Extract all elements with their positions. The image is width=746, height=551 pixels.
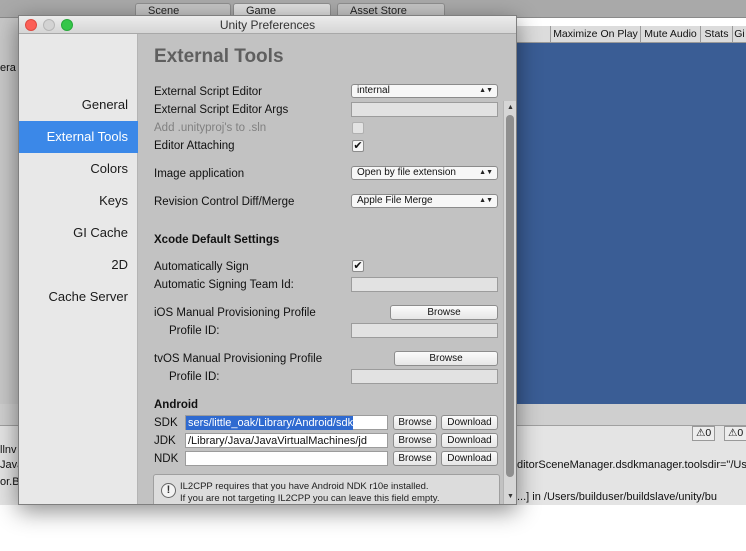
revision-control-dropdown[interactable]: Apple File Merge ▲▼ xyxy=(351,194,498,208)
check-icon: ✔ xyxy=(353,140,363,152)
tvos-profile-id-field[interactable] xyxy=(351,369,498,384)
ndk-browse-button[interactable]: Browse xyxy=(393,451,437,466)
add-unityproj-label: Add .unityproj's to .sln xyxy=(154,122,267,134)
ios-profile-id-label: Profile ID: xyxy=(169,325,220,337)
sdk-path-field[interactable]: sers/little_oak/Library/Android/sdk xyxy=(185,415,388,430)
maximize-on-play-button[interactable]: Maximize On Play xyxy=(550,26,640,43)
editor-attaching-label: Editor Attaching xyxy=(154,140,235,152)
tvos-profile-browse-button[interactable]: Browse xyxy=(394,351,498,366)
screen: Scene Game Asset Store Maximize On Play … xyxy=(0,0,746,551)
sidebar-item-keys[interactable]: Keys xyxy=(19,185,138,217)
external-script-editor-args-label: External Script Editor Args xyxy=(154,104,289,116)
ios-profile-browse-button[interactable]: Browse xyxy=(390,305,498,320)
title-bar[interactable]: Unity Preferences xyxy=(19,16,516,34)
chevron-updown-icon: ▲▼ xyxy=(479,169,493,176)
ndk-help-box: ! IL2CPP requires that you have Android … xyxy=(153,474,500,504)
sdk-browse-button[interactable]: Browse xyxy=(393,415,437,430)
stats-button[interactable]: Stats xyxy=(700,26,732,43)
jdk-label: JDK xyxy=(154,435,176,447)
scroll-down-icon[interactable]: ▼ xyxy=(505,491,516,502)
scrollbar-thumb[interactable] xyxy=(506,115,514,477)
sdk-path-value: sers/little_oak/Library/Android/sdk xyxy=(186,416,354,430)
preferences-sidebar: General External Tools Colors Keys GI Ca… xyxy=(19,34,138,504)
info-icon: ! xyxy=(161,483,176,498)
xcode-section-header: Xcode Default Settings xyxy=(154,234,280,246)
external-script-editor-args-field[interactable] xyxy=(351,102,498,117)
add-unityproj-checkbox[interactable] xyxy=(352,122,364,134)
jdk-path-value: /Library/Java/JavaVirtualMachines/jd xyxy=(188,435,367,447)
console-line[interactable]: llnv xyxy=(0,444,17,456)
sidebar-item-2d[interactable]: 2D xyxy=(19,249,138,281)
external-script-editor-dropdown[interactable]: internal ▲▼ xyxy=(351,84,498,98)
ndk-path-field[interactable] xyxy=(185,451,388,466)
sidebar-item-external-tools[interactable]: External Tools xyxy=(19,121,138,153)
warning-icon: ⚠ xyxy=(696,427,706,439)
check-icon: ✔ xyxy=(353,260,363,272)
mute-audio-button[interactable]: Mute Audio xyxy=(640,26,700,43)
external-script-editor-label: External Script Editor xyxy=(154,86,263,98)
window-title: Unity Preferences xyxy=(219,18,316,32)
content-scrollbar[interactable]: ▲ ▼ xyxy=(503,101,516,504)
external-script-editor-value: internal xyxy=(357,85,390,96)
jdk-path-field[interactable]: /Library/Java/JavaVirtualMachines/jd xyxy=(185,433,388,448)
gizmos-button[interactable]: Gi xyxy=(732,26,746,43)
console-warning-count[interactable]: ⚠0 xyxy=(692,426,716,441)
sidebar-item-colors[interactable]: Colors xyxy=(19,153,138,185)
signing-team-id-field[interactable] xyxy=(351,277,498,292)
jdk-download-button[interactable]: Download xyxy=(441,433,498,448)
sidebar-item-gi-cache[interactable]: GI Cache xyxy=(19,217,138,249)
jdk-browse-button[interactable]: Browse xyxy=(393,433,437,448)
preferences-content: External Tools External Script Editor in… xyxy=(139,34,516,504)
ios-profile-id-field[interactable] xyxy=(351,323,498,338)
ios-profile-label: iOS Manual Provisioning Profile xyxy=(154,307,316,319)
image-application-label: Image application xyxy=(154,168,245,180)
console-line[interactable]: or.B xyxy=(0,476,20,488)
ndk-download-button[interactable]: Download xyxy=(441,451,498,466)
hierarchy-panel xyxy=(0,18,18,404)
console-line[interactable]: ditorSceneManager.dsdkmanager.toolsdir="… xyxy=(517,459,746,471)
tvos-profile-id-label: Profile ID: xyxy=(169,371,220,383)
revision-control-value: Apple File Merge xyxy=(357,195,433,206)
ndk-label: NDK xyxy=(154,453,179,465)
preferences-window: Unity Preferences General External Tools… xyxy=(18,15,517,505)
game-view xyxy=(514,43,746,404)
help-text-line: If you are not targeting IL2CPP you can … xyxy=(180,493,440,504)
editor-attaching-checkbox[interactable]: ✔ xyxy=(352,140,364,152)
sdk-download-button[interactable]: Download xyxy=(441,415,498,430)
automatically-sign-checkbox[interactable]: ✔ xyxy=(352,260,364,272)
sdk-label: SDK xyxy=(154,417,178,429)
page-title: External Tools xyxy=(154,46,284,67)
sidebar-item-general[interactable]: General xyxy=(19,89,138,121)
error-icon: ⚠ xyxy=(728,427,738,439)
chevron-updown-icon: ▲▼ xyxy=(479,87,493,94)
sidebar-item-cache-server[interactable]: Cache Server xyxy=(19,281,138,313)
editor-bottom xyxy=(0,505,746,551)
signing-team-id-label: Automatic Signing Team Id: xyxy=(154,279,294,291)
chevron-updown-icon: ▲▼ xyxy=(479,197,493,204)
console-error-count[interactable]: ⚠0 xyxy=(724,426,746,441)
hierarchy-text: era xyxy=(0,62,16,74)
game-view-toolbar: Maximize On Play Mute Audio Stats Gi xyxy=(514,26,746,43)
console-line[interactable]: ...] in /Users/builduser/buildslave/unit… xyxy=(517,491,717,503)
image-application-value: Open by file extension xyxy=(357,167,456,178)
android-section-header: Android xyxy=(154,399,199,411)
revision-control-label: Revision Control Diff/Merge xyxy=(154,196,295,208)
help-text-line: IL2CPP requires that you have Android ND… xyxy=(180,481,429,492)
tvos-profile-label: tvOS Manual Provisioning Profile xyxy=(154,353,323,365)
image-application-dropdown[interactable]: Open by file extension ▲▼ xyxy=(351,166,498,180)
scroll-up-icon[interactable]: ▲ xyxy=(505,102,516,113)
automatically-sign-label: Automatically Sign xyxy=(154,261,249,273)
